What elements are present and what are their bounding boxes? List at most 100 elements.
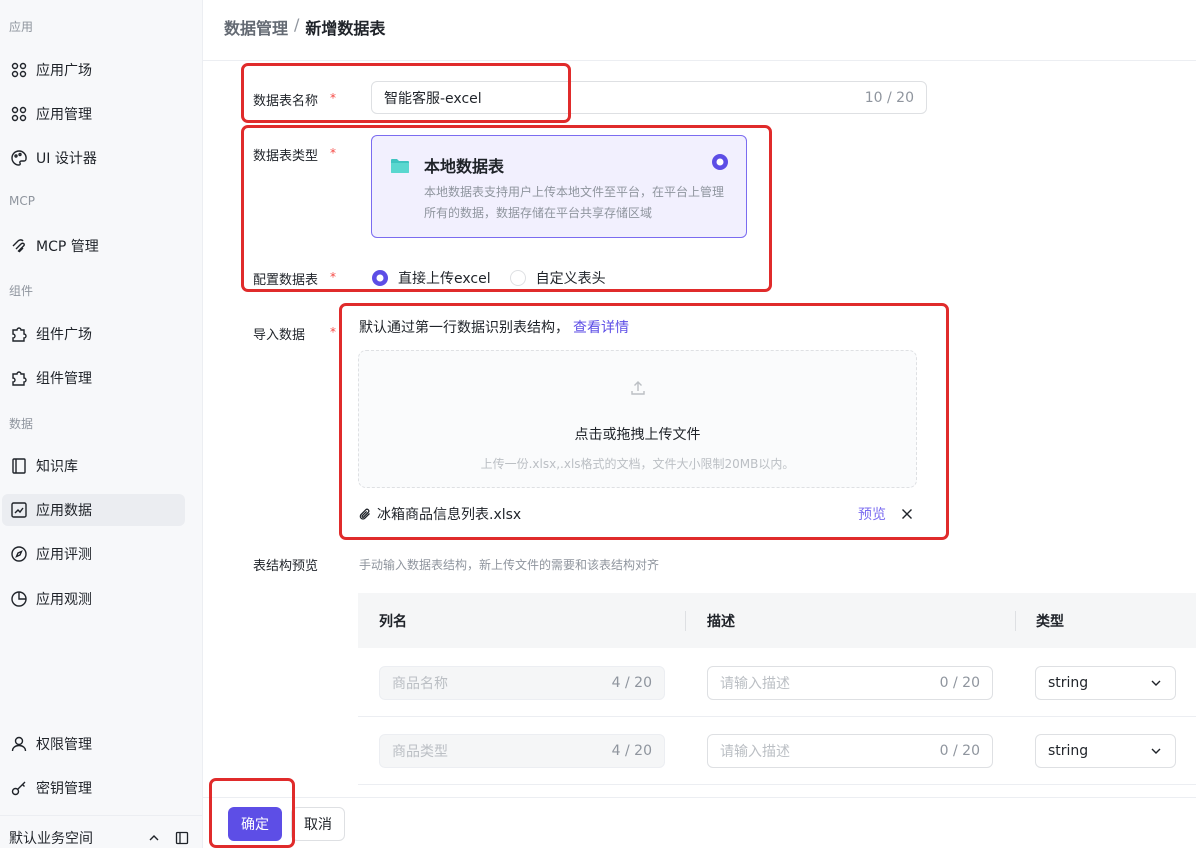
sidebar-item-label: 应用管理 (36, 107, 92, 123)
section-label-mcp: MCP (9, 194, 35, 208)
description-placeholder: 请输入描述 (720, 676, 790, 692)
apps-icon (11, 62, 27, 78)
mcp-icon (12, 239, 25, 253)
section-label-apps: 应用 (9, 20, 34, 34)
sidebar-item-label: 应用观测 (36, 592, 92, 608)
type-select[interactable]: string (1035, 734, 1176, 768)
folder-icon (391, 159, 409, 173)
type-select[interactable]: string (1035, 666, 1176, 700)
import-hint: 默认通过第一行数据识别表结构， 查看详情 (359, 317, 629, 337)
required-mark: * (330, 146, 336, 160)
key-icon (11, 781, 26, 796)
breadcrumb-separator: / (294, 15, 300, 34)
breadcrumb-parent[interactable]: 数据管理 (224, 15, 288, 39)
required-mark: * (330, 270, 336, 284)
chevron-up-icon[interactable] (147, 831, 161, 845)
upload-icon (631, 381, 645, 395)
chevron-down-icon (1151, 680, 1161, 686)
description-input[interactable]: 请输入描述 0 / 20 (707, 734, 993, 768)
close-icon[interactable] (900, 507, 914, 521)
import-data-label: 导入数据 (253, 328, 306, 343)
sidebar-item-app-observe[interactable]: 应用观测 (2, 583, 185, 615)
import-hint-text: 默认通过第一行数据识别表结构， (359, 320, 569, 336)
collapse-sidebar-icon[interactable] (175, 831, 189, 845)
sidebar-item-label: 组件广场 (36, 327, 92, 343)
cancel-button[interactable]: 取消 (291, 807, 345, 841)
preview-link[interactable]: 预览 (858, 504, 886, 524)
required-mark: * (330, 91, 336, 105)
radio-unselected-icon (509, 270, 526, 286)
radio-selected-icon[interactable] (711, 153, 729, 171)
footer-divider (203, 797, 1196, 798)
description-placeholder: 请输入描述 (720, 744, 790, 760)
workspace-label: 默认业务空间 (9, 831, 93, 847)
view-details-link[interactable]: 查看详情 (573, 320, 629, 336)
pie-icon (11, 591, 27, 607)
sidebar-item-label: 应用评测 (36, 547, 92, 563)
column-divider (685, 611, 686, 631)
sidebar-item-app-manage[interactable]: 应用管理 (2, 98, 185, 130)
local-table-type-card[interactable]: 本地数据表 本地数据表支持用户上传本地文件至平台，在平台上管理所有的数据，数据存… (371, 135, 747, 238)
radio-selected-icon (372, 270, 388, 286)
config-radio-group: 直接上传excel 自定义表头 (371, 268, 624, 288)
column-name-input: 商品类型 4 / 20 (379, 734, 665, 768)
upload-dropzone[interactable]: 点击或拖拽上传文件 上传一份.xlsx,.xls格式的文档，文件大小限制20MB… (358, 350, 917, 488)
sidebar-item-label: 组件管理 (36, 371, 92, 387)
confirm-button[interactable]: 确定 (228, 807, 282, 841)
column-header-name: 列名 (379, 614, 407, 630)
column-name-counter: 4 / 20 (611, 675, 652, 691)
column-header-description: 描述 (707, 614, 735, 630)
sidebar-item-label: 应用数据 (36, 503, 92, 519)
breadcrumb: 数据管理 / 新增数据表 (224, 15, 385, 39)
schema-preview-label: 表结构预览 (253, 559, 319, 574)
workspace-switcher[interactable]: 默认业务空间 (9, 828, 189, 848)
column-name-value: 商品类型 (392, 744, 448, 760)
section-label-components: 组件 (9, 284, 34, 298)
table-row: 商品名称 4 / 20 请输入描述 0 / 20 string (358, 649, 1196, 717)
sidebar-item-component-manage[interactable]: 组件管理 (2, 362, 185, 394)
schema-preview-hint: 手动输入数据表结构，新上传文件的需要和该表结构对齐 (359, 558, 660, 572)
sidebar-item-mcp-manage[interactable]: MCP 管理 (2, 230, 185, 262)
required-mark: * (330, 325, 336, 339)
table-name-label: 数据表名称 (253, 94, 319, 109)
sidebar-divider (0, 815, 203, 816)
section-label-data: 数据 (9, 417, 34, 431)
chart-icon (11, 502, 27, 518)
upload-title: 点击或拖拽上传文件 (574, 427, 701, 443)
column-name-value: 商品名称 (392, 676, 448, 692)
sidebar-item-label: 知识库 (36, 459, 78, 475)
schema-table-header: 列名 描述 类型 (358, 593, 1196, 648)
table-row: 商品类型 4 / 20 请输入描述 0 / 20 string (358, 717, 1196, 785)
uploaded-file-row: 冰箱商品信息列表.xlsx 预览 (358, 504, 918, 524)
column-divider (1015, 611, 1016, 631)
description-input[interactable]: 请输入描述 0 / 20 (707, 666, 993, 700)
upload-subtitle: 上传一份.xlsx,.xls格式的文档，文件大小限制20MB以内。 (480, 457, 795, 471)
radio-upload-excel[interactable]: 直接上传excel (371, 268, 491, 288)
puzzle-manage-icon (12, 371, 27, 386)
table-name-counter: 10 / 20 (864, 89, 914, 106)
header-divider (203, 60, 1196, 61)
page-title: 新增数据表 (305, 19, 386, 38)
sidebar-item-app-eval[interactable]: 应用评测 (2, 538, 185, 570)
sidebar-item-label: 权限管理 (36, 737, 92, 753)
type-card-description: 本地数据表支持用户上传本地文件至平台，在平台上管理所有的数据，数据存储在平台共享… (424, 185, 725, 220)
palette-icon (11, 150, 27, 166)
sidebar-item-ui-designer[interactable]: UI 设计器 (2, 142, 185, 174)
sidebar: 应用 应用广场 应用管理 UI 设计器 MCP MCP 管理 组件 组件广场 组… (0, 0, 203, 848)
type-select-value: string (1048, 675, 1089, 691)
radio-custom-header[interactable]: 自定义表头 (509, 268, 606, 288)
sidebar-item-app-data[interactable]: 应用数据 (2, 494, 185, 526)
sidebar-item-knowledge-base[interactable]: 知识库 (2, 450, 185, 482)
description-counter: 0 / 20 (939, 743, 980, 759)
sidebar-item-permissions[interactable]: 权限管理 (2, 728, 185, 760)
sidebar-item-keys[interactable]: 密钥管理 (2, 772, 185, 804)
sidebar-item-app-plaza[interactable]: 应用广场 (2, 54, 185, 86)
table-type-label: 数据表类型 (253, 149, 319, 164)
sidebar-item-label: 密钥管理 (36, 781, 92, 797)
compass-icon (11, 546, 27, 562)
sidebar-item-component-plaza[interactable]: 组件广场 (2, 318, 185, 350)
type-select-value: string (1048, 743, 1089, 759)
column-header-type: 类型 (1036, 614, 1064, 630)
table-name-input[interactable]: 智能客服-excel 10 / 20 (371, 81, 927, 114)
column-name-counter: 4 / 20 (611, 743, 652, 759)
